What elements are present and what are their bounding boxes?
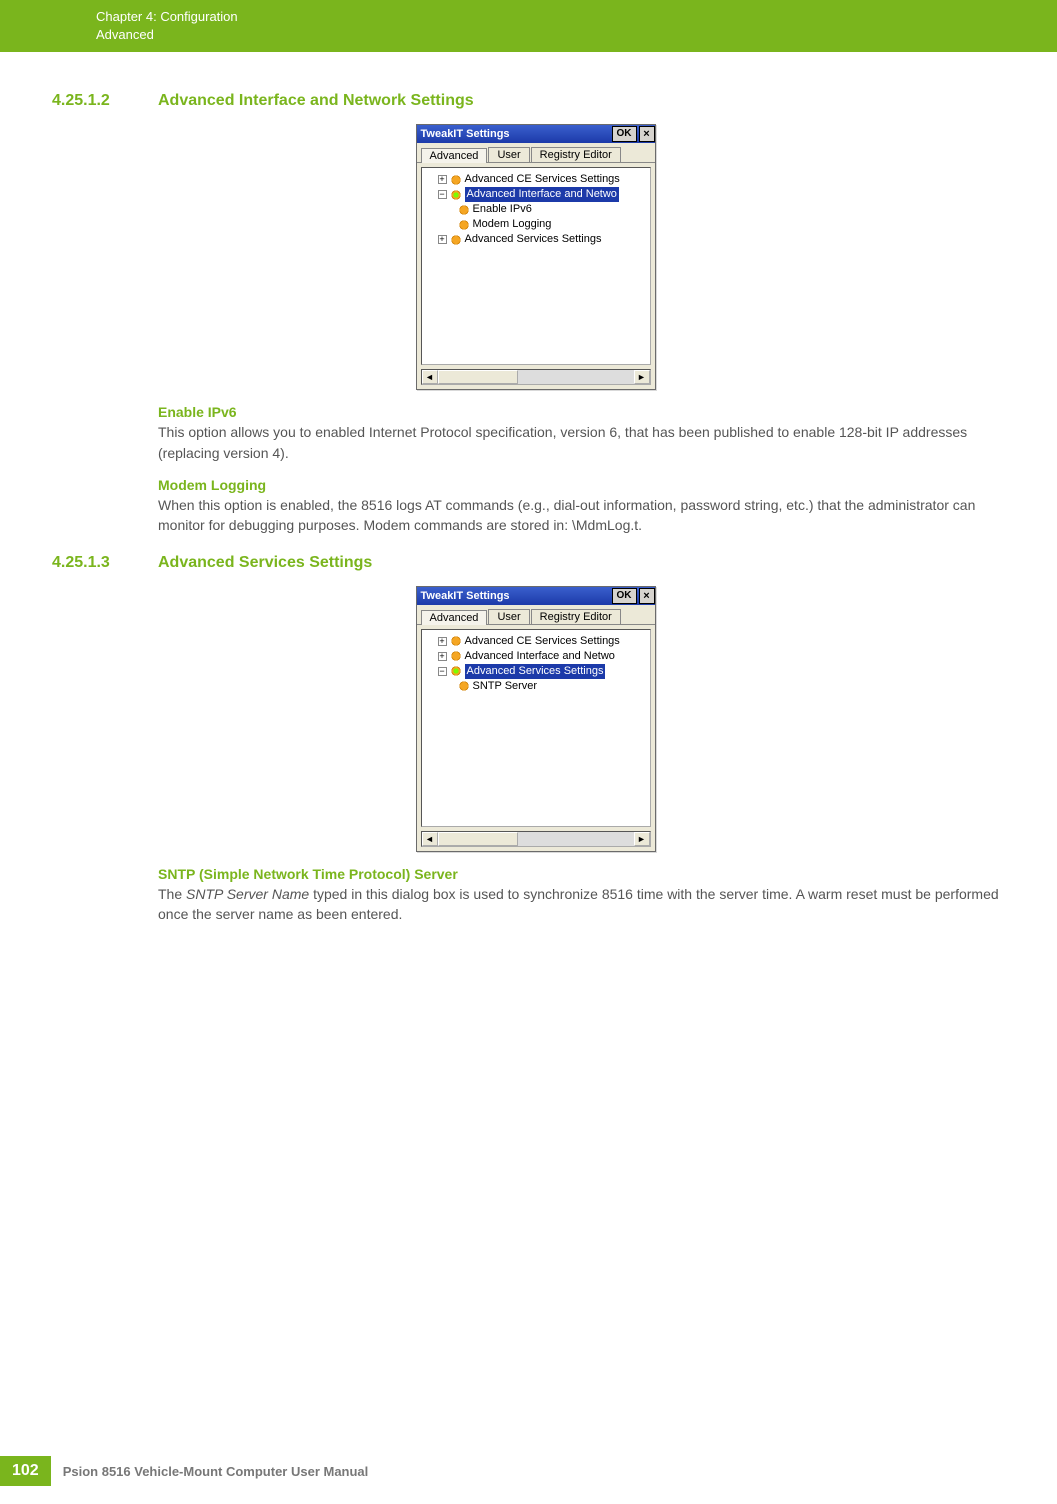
section-title: Advanced Interface and Network Settings (158, 92, 474, 110)
tree-node[interactable]: Enable IPv6 (424, 202, 648, 217)
ok-button[interactable]: OK (612, 126, 637, 142)
tree-node[interactable]: − Advanced Interface and Netwo (424, 187, 648, 202)
text-run: The (158, 886, 186, 902)
tab-advanced[interactable]: Advanced (421, 610, 488, 625)
manual-title: Psion 8516 Vehicle-Mount Computer User M… (63, 1464, 369, 1479)
gear-icon (458, 219, 470, 231)
tab-user[interactable]: User (488, 609, 529, 624)
tree-node[interactable]: + Advanced CE Services Settings (424, 172, 648, 187)
tab-strip: Advanced User Registry Editor (417, 143, 655, 163)
gear-icon (458, 680, 470, 692)
tree-node[interactable]: + Advanced Services Settings (424, 232, 648, 247)
close-button[interactable]: × (639, 588, 655, 604)
tree-node[interactable]: − Advanced Services Settings (424, 664, 648, 679)
tree-label: Advanced CE Services Settings (465, 634, 620, 649)
header-chapter: Chapter 4: Configuration (96, 8, 1057, 26)
horizontal-scrollbar[interactable]: ◄ ► (421, 831, 651, 847)
tree-label: SNTP Server (473, 679, 538, 694)
collapse-icon[interactable]: − (438, 190, 447, 199)
page-footer: 102 Psion 8516 Vehicle-Mount Computer Us… (0, 1456, 368, 1486)
header-section: Advanced (96, 26, 1057, 44)
section-heading-2: 4.25.1.3 Advanced Services Settings (52, 554, 1019, 572)
section-number: 4.25.1.3 (52, 554, 158, 572)
tab-advanced[interactable]: Advanced (421, 148, 488, 163)
tree-label: Modem Logging (473, 217, 552, 232)
tree-label: Advanced Services Settings (465, 232, 602, 247)
window-titlebar[interactable]: TweakIT Settings OK × (417, 587, 655, 605)
expand-icon[interactable]: + (438, 652, 447, 661)
tree-node[interactable]: + Advanced CE Services Settings (424, 634, 648, 649)
tree-label: Advanced Interface and Netwo (465, 649, 615, 664)
page-number: 102 (0, 1456, 51, 1486)
tree-label-selected: Advanced Services Settings (465, 664, 606, 679)
subheading-modem-logging: Modem Logging (158, 477, 1019, 493)
scroll-thumb[interactable] (438, 370, 518, 384)
gear-icon (450, 234, 462, 246)
gear-icon (450, 189, 462, 201)
gear-icon (458, 204, 470, 216)
section-title: Advanced Services Settings (158, 554, 372, 572)
tree-node[interactable]: + Advanced Interface and Netwo (424, 649, 648, 664)
scroll-thumb[interactable] (438, 832, 518, 846)
subheading-enable-ipv6: Enable IPv6 (158, 404, 1019, 420)
horizontal-scrollbar[interactable]: ◄ ► (421, 369, 651, 385)
tree-node[interactable]: SNTP Server (424, 679, 648, 694)
close-button[interactable]: × (639, 126, 655, 142)
expand-icon[interactable]: + (438, 637, 447, 646)
tree-view[interactable]: + Advanced CE Services Settings + Advanc… (421, 629, 651, 827)
tab-registry[interactable]: Registry Editor (531, 609, 621, 624)
scroll-right-icon[interactable]: ► (634, 370, 650, 384)
tree-label: Enable IPv6 (473, 202, 532, 217)
collapse-icon[interactable]: − (438, 667, 447, 676)
paragraph: This option allows you to enabled Intern… (158, 422, 1019, 463)
gear-icon (450, 650, 462, 662)
tab-strip: Advanced User Registry Editor (417, 605, 655, 625)
gear-icon (450, 635, 462, 647)
window-title: TweakIT Settings (421, 590, 510, 602)
tweakit-window-1: TweakIT Settings OK × Advanced User Regi… (416, 124, 656, 390)
section-heading-1: 4.25.1.2 Advanced Interface and Network … (52, 92, 1019, 110)
tree-label-selected: Advanced Interface and Netwo (465, 187, 619, 202)
text-emphasis: SNTP Server Name (186, 886, 309, 902)
scroll-left-icon[interactable]: ◄ (422, 370, 438, 384)
tweakit-window-2: TweakIT Settings OK × Advanced User Regi… (416, 586, 656, 852)
paragraph: The SNTP Server Name typed in this dialo… (158, 884, 1019, 925)
section-number: 4.25.1.2 (52, 92, 158, 110)
tree-node[interactable]: Modem Logging (424, 217, 648, 232)
window-title: TweakIT Settings (421, 128, 510, 140)
expand-icon[interactable]: + (438, 235, 447, 244)
window-titlebar[interactable]: TweakIT Settings OK × (417, 125, 655, 143)
gear-icon (450, 665, 462, 677)
ok-button[interactable]: OK (612, 588, 637, 604)
subheading-sntp: SNTP (Simple Network Time Protocol) Serv… (158, 866, 1019, 882)
expand-icon[interactable]: + (438, 175, 447, 184)
scroll-right-icon[interactable]: ► (634, 832, 650, 846)
tree-label: Advanced CE Services Settings (465, 172, 620, 187)
tab-registry[interactable]: Registry Editor (531, 147, 621, 162)
paragraph: When this option is enabled, the 8516 lo… (158, 495, 1019, 536)
tab-user[interactable]: User (488, 147, 529, 162)
scroll-left-icon[interactable]: ◄ (422, 832, 438, 846)
tree-view[interactable]: + Advanced CE Services Settings − Advanc… (421, 167, 651, 365)
page-header: Chapter 4: Configuration Advanced (0, 0, 1057, 52)
gear-icon (450, 174, 462, 186)
